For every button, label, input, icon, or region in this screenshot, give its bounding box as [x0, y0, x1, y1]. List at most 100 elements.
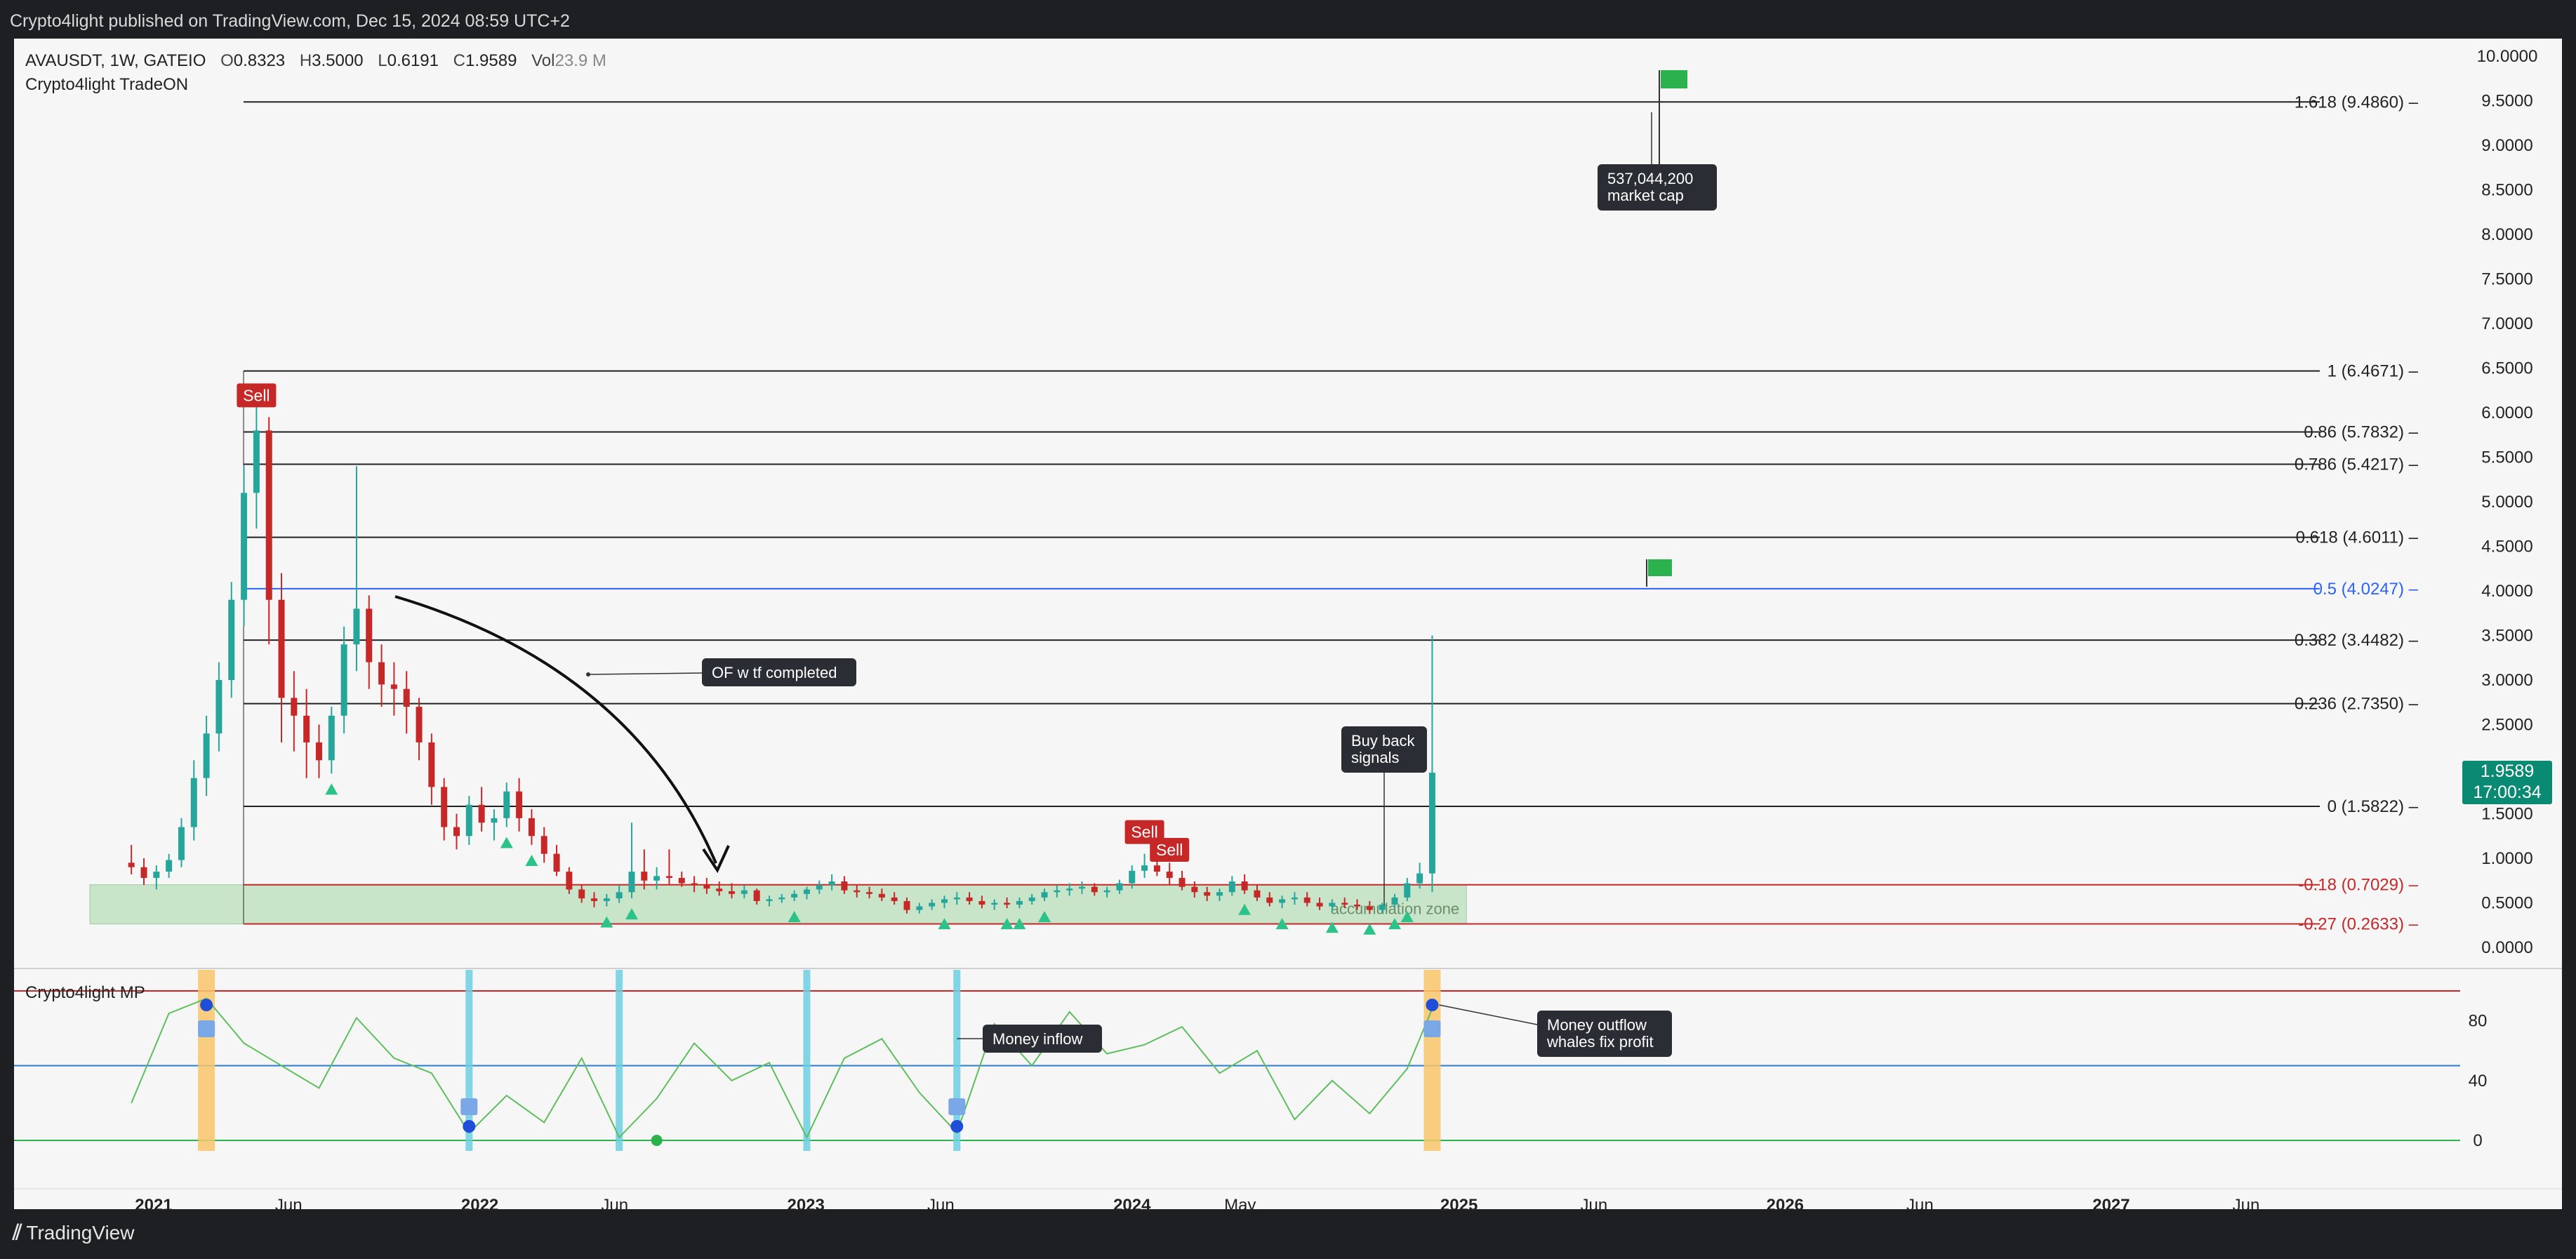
time-tick-label: 2021 — [135, 1196, 172, 1215]
open-value: 0.8323 — [233, 51, 286, 70]
buy-signal-triangle — [525, 854, 538, 866]
oscillator-tick-label: 40 — [2469, 1072, 2488, 1091]
candle-body — [1153, 865, 1160, 872]
candle-body — [1266, 897, 1273, 903]
candle-body — [1091, 886, 1098, 893]
buy-signal-triangle — [500, 837, 513, 848]
tradingview-brand[interactable]: ⫽ TradingView — [13, 1221, 134, 1245]
candle-body — [1116, 883, 1123, 891]
candle-body — [1016, 900, 1023, 905]
candle-body — [1416, 873, 1423, 884]
time-tick-label: Jun — [1580, 1196, 1607, 1215]
candle-body — [665, 876, 672, 878]
candle-body — [1228, 881, 1235, 893]
candle-body — [803, 889, 810, 894]
chart-legend: AVAUSDT, 1W, GATEIO O0.8323 H3.5000 L0.6… — [25, 49, 606, 97]
candle-body — [628, 872, 635, 893]
price-tick-label: 0.5000 — [2481, 894, 2532, 913]
buyback-callout-text: signals — [1351, 749, 1399, 766]
time-tick-label: Jun — [927, 1196, 955, 1215]
candle-body — [1379, 905, 1386, 910]
fib-level-label: 0.786 (5.4217) – — [2295, 455, 2419, 474]
candle-body — [403, 688, 410, 707]
candle-body — [303, 715, 310, 742]
price-tick-label: 1.0000 — [2481, 849, 2532, 868]
candle-body — [1041, 892, 1048, 898]
candle-body — [253, 430, 260, 493]
candle-body — [741, 890, 748, 894]
oscillator-tick-label: 80 — [2469, 1012, 2488, 1031]
money-outflow-band — [1423, 970, 1441, 1151]
candle-body — [1054, 890, 1061, 893]
candle-body — [578, 889, 585, 899]
outflow-callout-text: Money outflow — [1547, 1016, 1647, 1034]
of-callout-text: OF w tf completed — [712, 664, 837, 681]
candle-body — [1103, 890, 1110, 893]
oscillator-title[interactable]: Crypto4light MP — [25, 983, 145, 1003]
indicator-label[interactable]: Crypto4light TradeON — [25, 73, 606, 97]
up-arrow-icon — [460, 1098, 478, 1115]
marketcap-callout-text: 537,044,200 — [1607, 170, 1693, 187]
candle-body — [641, 872, 648, 881]
fib-level-label: 1.618 (9.4860) – — [2295, 93, 2419, 112]
price-tick-label: 7.0000 — [2481, 314, 2532, 333]
candle-body — [966, 897, 973, 901]
candle-body — [1028, 897, 1035, 901]
candle-body — [416, 707, 423, 742]
time-tick-label: 2026 — [1767, 1196, 1804, 1215]
time-tick-label: 2024 — [1113, 1196, 1151, 1215]
candle-body — [816, 885, 823, 890]
candle-body — [1078, 886, 1085, 889]
money-inflow-band — [616, 970, 623, 1151]
time-tick-label: May — [1224, 1196, 1256, 1215]
chart-canvas[interactable]: 0.00000.50001.00001.50002.00002.50003.00… — [0, 0, 2576, 1259]
candle-body — [241, 493, 248, 600]
candle-body — [616, 892, 623, 899]
candle-body — [1428, 773, 1435, 874]
candle-body — [978, 900, 985, 905]
candle-body — [1354, 905, 1361, 907]
money-inflow-band — [803, 970, 811, 1151]
fib-level-label: -0.18 (0.7029) – — [2298, 876, 2418, 895]
open-key: O — [220, 51, 234, 70]
candle-body — [1191, 886, 1198, 893]
time-tick-label: 2025 — [1440, 1196, 1478, 1215]
fib-level-label: 0.382 (3.4482) – — [2295, 631, 2419, 650]
candle-body — [1004, 902, 1011, 905]
oscillator-tick-label: 0 — [2473, 1131, 2482, 1150]
candle-body — [791, 893, 798, 898]
candle-body — [1216, 892, 1223, 896]
price-tick-label: 8.0000 — [2481, 225, 2532, 244]
symbol-label[interactable]: AVAUSDT, 1W, GATEIO — [25, 51, 206, 70]
time-tick-label: 2022 — [461, 1196, 498, 1215]
candle-body — [566, 872, 573, 890]
candle-body — [465, 804, 472, 837]
oscillator-signal-dot — [950, 1120, 964, 1133]
down-arrow-icon — [198, 1020, 215, 1037]
mid-flag-icon — [1648, 559, 1672, 576]
candle-body — [891, 897, 898, 901]
candle-body — [328, 715, 335, 761]
candle-body — [378, 662, 385, 685]
candle-body — [1366, 906, 1373, 910]
price-tick-label: 4.0000 — [2481, 582, 2532, 601]
price-tick-label: 5.5000 — [2481, 448, 2532, 467]
candle-body — [916, 906, 923, 910]
marketcap-callout-text: market cap — [1607, 187, 1684, 204]
high-key: H — [299, 51, 312, 70]
candle-body — [941, 899, 948, 903]
time-tick-label: Jun — [601, 1196, 628, 1215]
close-key: C — [453, 51, 466, 70]
candle-body — [1341, 902, 1348, 905]
candle-body — [340, 644, 347, 716]
time-tick-label: 2023 — [787, 1196, 824, 1215]
candle-body — [691, 883, 698, 886]
candle-body — [678, 877, 685, 884]
candle-body — [766, 899, 773, 901]
price-tick-label: 5.0000 — [2481, 493, 2532, 512]
down-arrow-icon — [1423, 1020, 1441, 1037]
fib-level-label: 0.618 (4.6011) – — [2296, 528, 2419, 547]
fib-level-label: 0.5 (4.0247) – — [2313, 580, 2419, 599]
candle-body — [478, 804, 485, 823]
vol-value: 23.9 M — [555, 51, 606, 70]
